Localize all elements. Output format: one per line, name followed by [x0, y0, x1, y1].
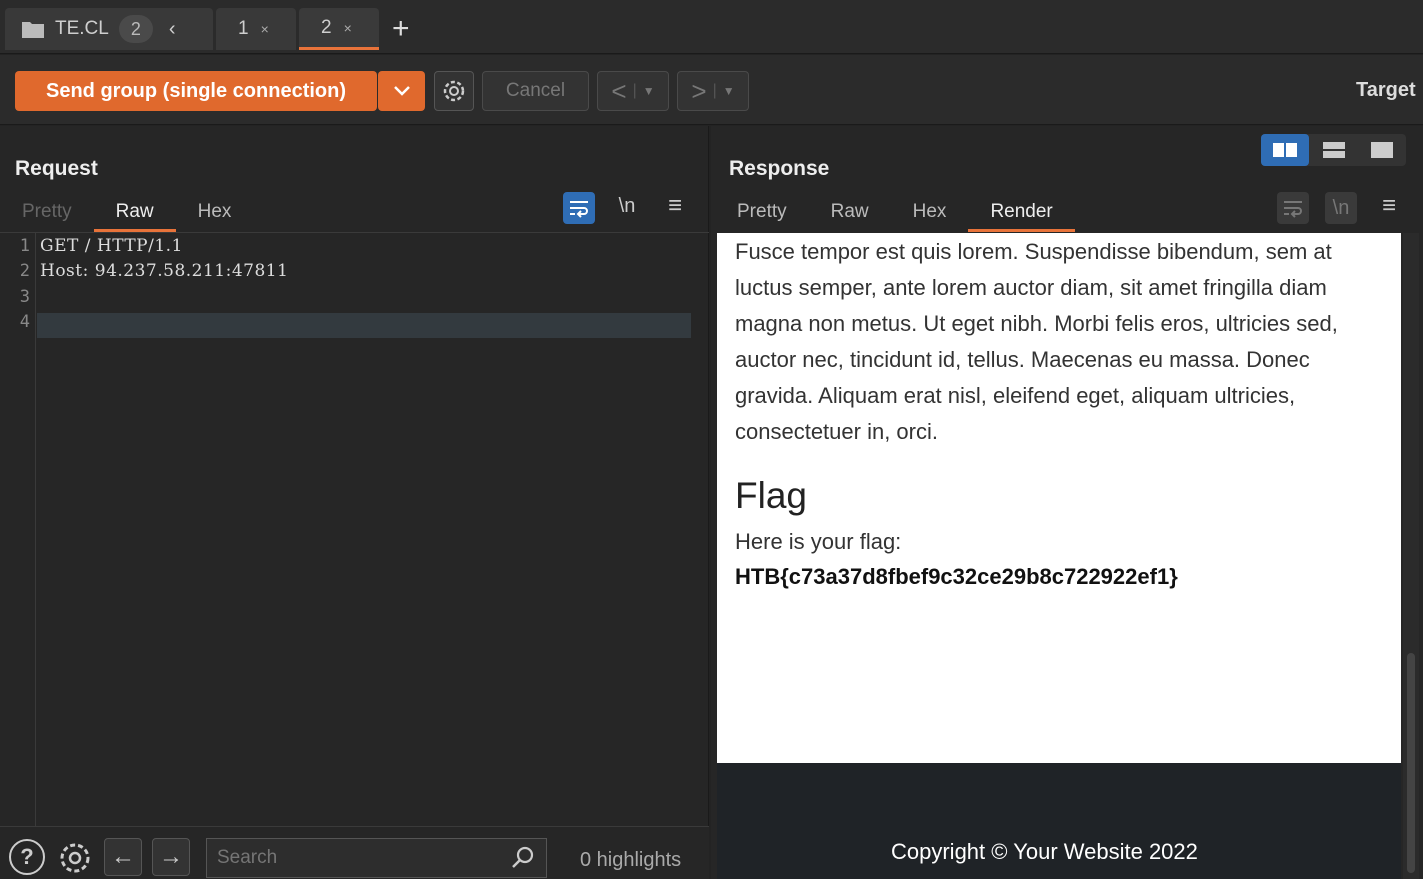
- tab-2[interactable]: 2 ×: [299, 8, 379, 50]
- tab-raw[interactable]: Raw: [809, 198, 891, 232]
- help-icon[interactable]: ?: [9, 839, 45, 875]
- gear-icon[interactable]: [56, 839, 94, 877]
- scrollbar-thumb[interactable]: [1407, 653, 1415, 873]
- divider: |: [632, 82, 637, 99]
- wrap-lines-button[interactable]: [563, 192, 595, 224]
- divider: |: [712, 82, 717, 99]
- layout-single-button[interactable]: [1358, 134, 1406, 166]
- layout-side-by-side-button[interactable]: [1261, 134, 1309, 166]
- send-group-button[interactable]: Send group (single connection): [15, 71, 377, 111]
- close-icon[interactable]: ×: [261, 21, 269, 37]
- highlights-count: 0 highlights: [580, 849, 682, 871]
- history-forward-button[interactable]: > | ▼: [677, 71, 749, 111]
- cancel-label: Cancel: [505, 80, 566, 101]
- tab-pretty[interactable]: Pretty: [0, 198, 94, 232]
- editor-bottom-bar: ? ← → 0 highlights: [0, 826, 709, 879]
- lorem-paragraph: Fusce tempor est quis lorem. Suspendisse…: [735, 239, 1338, 444]
- response-scrollbar[interactable]: [1403, 233, 1419, 879]
- flag-value: HTB{c73a37d8fbef9c32ce29b8c722922ef1}: [735, 564, 1178, 589]
- request-editor[interactable]: 1 2 3 4 GET / HTTP/1.1 Host: 94.237.58.2…: [0, 232, 709, 826]
- response-title: Response: [729, 157, 830, 180]
- wrap-lines-button[interactable]: [1277, 192, 1309, 224]
- add-tab-icon[interactable]: +: [392, 12, 410, 46]
- flag-heading: Flag: [735, 475, 807, 516]
- request-panel: Request Pretty Raw Hex \n ≡ 1 2 3 4 GET …: [0, 126, 709, 879]
- menu-icon[interactable]: ≡: [1373, 190, 1405, 222]
- send-group-label: Send group (single connection): [46, 79, 346, 102]
- tab-group-label: TE.CL: [55, 18, 109, 39]
- search-input[interactable]: [206, 838, 547, 878]
- wrap-icon: [570, 201, 588, 218]
- send-dropdown-button[interactable]: [378, 71, 425, 111]
- response-panel: Response Pretty Raw Hex Render \n ≡ Fusc…: [711, 126, 1423, 879]
- line-number: 2: [19, 261, 30, 281]
- code-line: Host: 94.237.58.211:47811: [40, 261, 289, 281]
- search-icon: [512, 846, 534, 868]
- page-footer: Copyright © Your Website 2022: [717, 763, 1401, 879]
- line-number: 1: [19, 236, 30, 256]
- show-newlines-button[interactable]: \n: [1325, 192, 1357, 224]
- chevron-left-icon: <: [611, 75, 627, 106]
- tab-bar: TE.CL 2 ‹ 1 × 2 × +: [0, 0, 1423, 54]
- tab-hex[interactable]: Hex: [176, 198, 254, 232]
- line-gutter: 1 2 3 4: [0, 233, 36, 826]
- line-number: 4: [19, 312, 30, 332]
- copyright-text: Copyright © Your Website 2022: [891, 839, 1198, 864]
- tab-pretty[interactable]: Pretty: [715, 198, 809, 232]
- chevron-right-icon: >: [691, 75, 707, 106]
- folder-icon: [22, 22, 44, 38]
- arrow-right-icon[interactable]: →: [152, 838, 190, 876]
- current-line-highlight: [37, 313, 691, 338]
- tab-hex[interactable]: Hex: [891, 198, 969, 232]
- show-newlines-button[interactable]: \n: [611, 190, 643, 222]
- tab-group-tecl[interactable]: TE.CL 2 ‹: [5, 8, 213, 50]
- history-back-button[interactable]: < | ▼: [597, 71, 669, 111]
- tab-2-label: 2: [321, 16, 332, 38]
- tab-1-label: 1: [238, 18, 249, 39]
- line-number: 3: [19, 287, 30, 307]
- dropdown-arrow-icon[interactable]: ▼: [723, 84, 735, 98]
- rendered-response: Fusce tempor est quis lorem. Suspendisse…: [717, 233, 1401, 763]
- tab-group-count: 2: [118, 15, 153, 43]
- tab-1[interactable]: 1 ×: [216, 8, 296, 50]
- layout-toggle: [1261, 134, 1406, 166]
- cancel-button[interactable]: Cancel: [482, 71, 589, 111]
- response-subtabs: Pretty Raw Hex Render: [715, 198, 1075, 232]
- layout-stacked-button[interactable]: [1310, 134, 1358, 166]
- wrap-icon: [1284, 201, 1302, 218]
- chevron-left-icon[interactable]: ‹: [169, 18, 176, 41]
- request-title: Request: [15, 157, 98, 180]
- menu-icon[interactable]: ≡: [659, 190, 691, 222]
- arrow-left-icon[interactable]: ←: [104, 838, 142, 876]
- gear-icon: [443, 80, 465, 102]
- settings-button[interactable]: [434, 71, 474, 111]
- close-icon[interactable]: ×: [344, 20, 352, 36]
- flag-label: Here is your flag:: [735, 529, 902, 554]
- tab-raw[interactable]: Raw: [93, 198, 176, 232]
- toolbar: Send group (single connection) Cancel < …: [0, 55, 1423, 125]
- target-label[interactable]: Target: [1356, 79, 1416, 102]
- code-line: GET / HTTP/1.1: [40, 236, 183, 256]
- dropdown-arrow-icon[interactable]: ▼: [643, 84, 655, 98]
- chevron-down-icon: [393, 86, 410, 96]
- tab-render[interactable]: Render: [968, 198, 1075, 232]
- request-subtabs: Pretty Raw Hex: [0, 198, 253, 232]
